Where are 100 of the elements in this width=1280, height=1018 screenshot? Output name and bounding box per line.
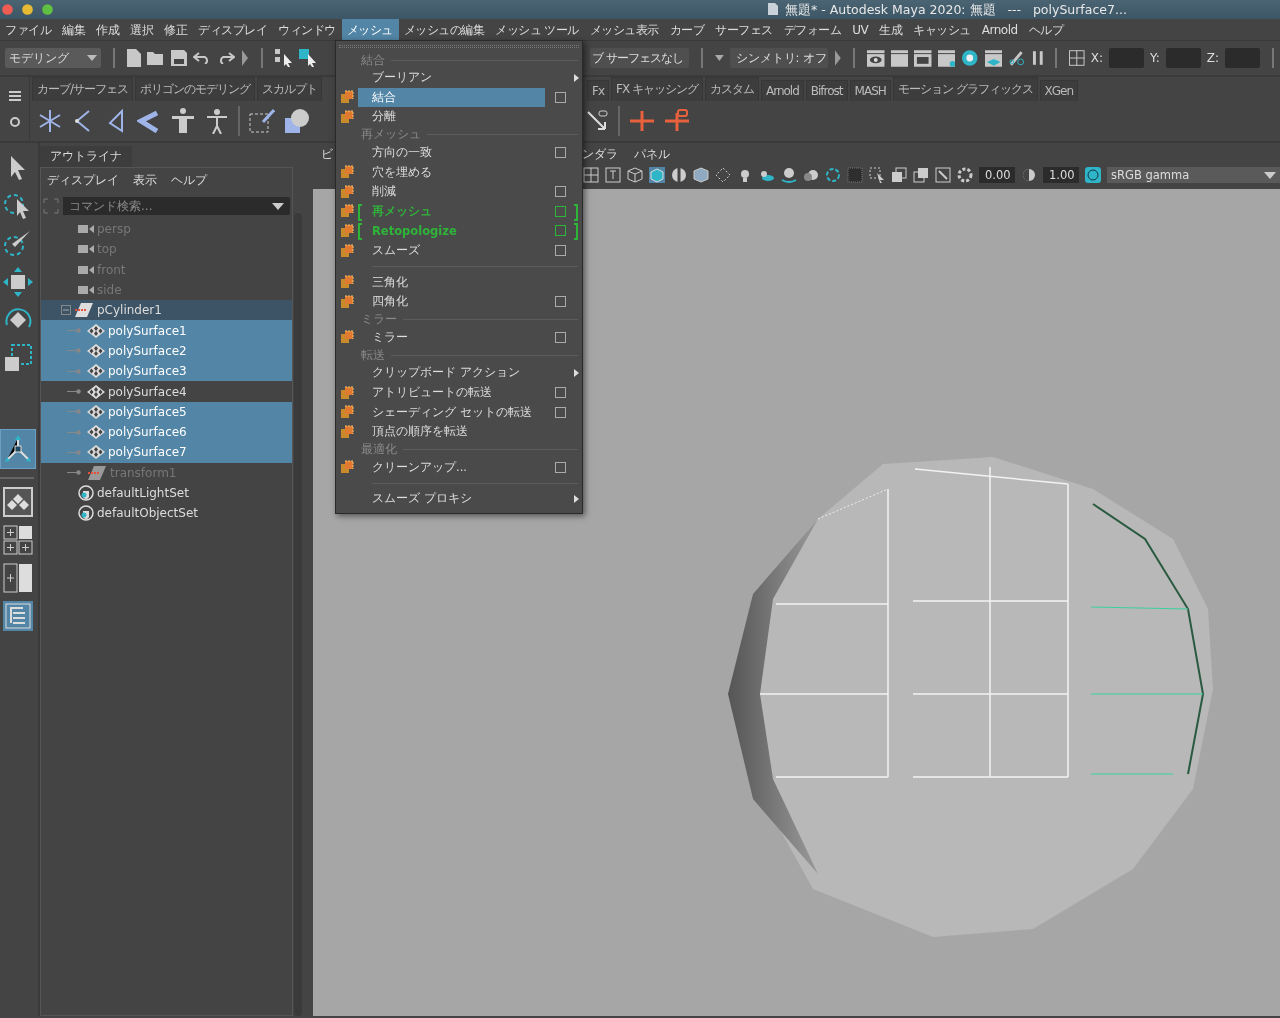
shelf-tab[interactable]: カスタム <box>704 77 759 101</box>
option-box[interactable] <box>555 331 566 343</box>
menu-item[interactable]: メッシュの編集 <box>398 19 490 40</box>
panel-menu[interactable]: ンダラ <box>582 145 618 163</box>
ipr-render-icon[interactable] <box>914 49 932 67</box>
menu-item[interactable]: 作成 <box>91 19 125 40</box>
undo-icon[interactable] <box>193 52 211 64</box>
outliner-row[interactable]: pCylinder1 <box>41 300 292 321</box>
folder-icon[interactable] <box>147 51 165 65</box>
panel-menu[interactable]: ディスプレイ <box>47 172 119 189</box>
menu-item[interactable]: キャッシュ <box>908 19 977 40</box>
film-gate-icon[interactable] <box>605 167 621 183</box>
new-file-icon[interactable] <box>127 49 141 67</box>
render-settings-icon[interactable] <box>937 49 956 67</box>
settings-icon[interactable] <box>8 115 21 128</box>
gamma-field[interactable]: 1.00 <box>1043 167 1079 183</box>
gamma-icon[interactable] <box>1021 167 1037 183</box>
link-icon[interactable] <box>585 109 609 133</box>
xray-components-icon[interactable] <box>935 167 951 183</box>
pause-icon[interactable] <box>1031 50 1044 66</box>
menu-item[interactable]: メッシュ表示 <box>584 19 665 40</box>
option-box[interactable] <box>555 406 566 418</box>
menu-item[interactable]: 方向の一致 <box>358 143 545 163</box>
antialias-icon[interactable] <box>825 167 841 183</box>
coordinate-field[interactable] <box>1109 48 1144 68</box>
outliner-row[interactable]: polySurface7 <box>41 442 292 463</box>
option-box[interactable] <box>555 186 566 198</box>
menu-item[interactable]: アトリビュートの転送 <box>358 383 545 402</box>
checker-icon[interactable] <box>715 167 731 183</box>
outliner-layout-icon[interactable] <box>3 601 33 631</box>
move-tool-icon[interactable] <box>3 267 33 297</box>
outliner-row[interactable]: polySurface5 <box>41 401 292 422</box>
joint-link-icon[interactable] <box>664 109 690 133</box>
hierarchy-select-icon[interactable] <box>275 49 293 67</box>
menu-item[interactable]: 生成 <box>874 19 909 40</box>
mesh-drawing[interactable] <box>728 457 1213 937</box>
option-box[interactable] <box>555 461 566 473</box>
ambient-occlusion-icon[interactable] <box>781 167 797 183</box>
scrollbar[interactable] <box>294 213 302 1016</box>
coordinate-field[interactable] <box>1225 48 1260 68</box>
outliner-tab[interactable]: アウトライナ <box>40 146 132 167</box>
uv-editor-icon[interactable] <box>249 108 275 134</box>
option-box[interactable] <box>555 205 566 217</box>
menu-item[interactable]: 三角化 <box>358 272 545 292</box>
outliner-row[interactable]: polySurface2 <box>41 340 292 362</box>
render-frame-icon[interactable] <box>890 49 909 67</box>
motion-blur-icon[interactable] <box>803 167 819 183</box>
hypershade-icon[interactable] <box>961 49 979 67</box>
redo-icon[interactable] <box>217 52 235 64</box>
render-view-icon[interactable] <box>867 49 885 67</box>
menu-item[interactable]: スムーズ プロキシ <box>358 489 545 509</box>
shape-icon[interactable] <box>284 108 310 134</box>
option-box[interactable] <box>555 387 566 398</box>
menu-item[interactable]: メッシュ <box>341 19 399 40</box>
menu-item[interactable]: ミラー <box>358 327 545 347</box>
save-icon[interactable] <box>171 50 187 66</box>
xray-icon[interactable] <box>891 167 907 183</box>
shelf-tab[interactable]: Fx <box>587 80 609 101</box>
wireframe-cube-icon[interactable] <box>627 167 643 183</box>
symmetry-dropdown[interactable]: シンメトリ: オフ <box>729 48 828 68</box>
panel-menu[interactable]: ヘルプ <box>171 172 207 189</box>
outliner-row[interactable]: defaultLightSet <box>41 482 292 504</box>
menu-item[interactable]: 頂点の順序を転送 <box>358 422 545 442</box>
shelf-tab[interactable]: スカルプト <box>257 77 323 101</box>
menu-item[interactable]: 選択 <box>125 19 159 40</box>
outliner-row[interactable]: defaultObjectSet <box>41 503 292 524</box>
menu-item[interactable]: メッシュ ツール <box>490 19 585 40</box>
menu-item[interactable]: ウィンドウ <box>273 19 342 40</box>
object-select-icon[interactable] <box>299 49 317 67</box>
option-box[interactable] <box>555 245 566 257</box>
caret-icon[interactable] <box>714 55 724 61</box>
light-editor-icon[interactable] <box>1008 49 1026 67</box>
render-setup-icon[interactable] <box>984 49 1003 67</box>
menu-item[interactable]: シェーディング セットの転送 <box>358 402 545 422</box>
tear-off-handle[interactable] <box>339 45 579 48</box>
textured-sphere-icon[interactable] <box>671 167 687 183</box>
manipulator-tool-icon[interactable] <box>0 429 36 469</box>
transform-grid-icon[interactable] <box>1069 50 1085 66</box>
menu-item[interactable]: 分離 <box>358 107 545 127</box>
menu-item[interactable]: ファイル <box>0 19 57 40</box>
menu-item[interactable]: カーブ <box>664 19 711 40</box>
live-surface-field[interactable]: ブ サーフェスなし <box>590 48 689 68</box>
exposure-icon[interactable] <box>957 167 973 183</box>
option-box[interactable] <box>555 225 566 237</box>
option-box[interactable] <box>555 147 566 159</box>
pencil-curve-icon[interactable] <box>137 109 161 133</box>
panel-menu[interactable]: ビ <box>321 145 333 163</box>
menu-item[interactable]: 四角化 <box>358 292 545 312</box>
isolate-select-icon[interactable] <box>869 167 885 183</box>
shelf-tab[interactable]: MASH <box>849 80 891 101</box>
outliner-row[interactable]: polySurface6 <box>41 421 292 443</box>
shelf-tab[interactable]: FX キャッシング <box>611 77 703 101</box>
outliner-row[interactable]: polySurface1 <box>41 320 292 341</box>
menu-item[interactable]: Arnold <box>976 19 1024 40</box>
option-box[interactable] <box>555 296 566 308</box>
menu-item[interactable]: 修正 <box>159 19 193 40</box>
shelf-tab[interactable]: Bifrost <box>805 80 848 101</box>
grid-icon[interactable] <box>583 167 599 183</box>
shelf-tab[interactable]: モーション グラフィックス <box>892 77 1038 101</box>
four-pane-layout-icon[interactable] <box>3 525 33 555</box>
